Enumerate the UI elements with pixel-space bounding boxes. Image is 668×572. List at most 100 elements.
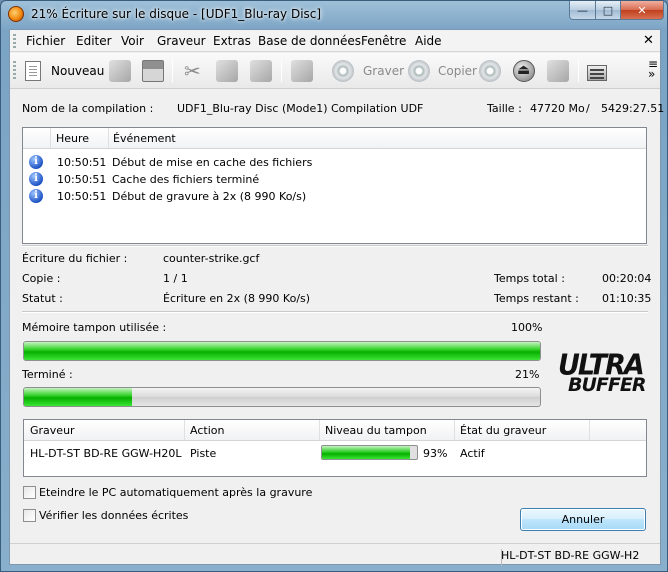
menu-fichier[interactable]: Fichier (26, 34, 65, 48)
progress-label: Terminé : (22, 368, 73, 381)
burn-disc-icon (332, 60, 354, 82)
column-niveau-tampon[interactable]: Niveau du tampon (325, 424, 427, 437)
status-bar-recorder: HL-DT-ST BD-RE GGW-H2 (501, 549, 640, 562)
remaining-time-label: Temps restant : (494, 292, 579, 305)
menu-fenetre[interactable]: Fenêtre (361, 34, 406, 48)
close-icon: ✕ (637, 3, 647, 17)
main-client-area: Fichier Editer Voir Graveur Extras Base … (9, 29, 664, 566)
recorder-icon (587, 64, 607, 81)
event-log-header: Heure Événement (23, 128, 646, 149)
buffer-progress-fill (24, 342, 540, 360)
verify-checkbox[interactable] (23, 509, 36, 522)
paste-icon (250, 60, 272, 82)
close-button[interactable]: ✕ (620, 1, 664, 20)
column-divider (319, 420, 320, 440)
menu-extras[interactable]: Extras (213, 34, 251, 48)
shutdown-label[interactable]: Eteindre le PC automatiquement après la … (39, 486, 312, 499)
copy-icon (216, 60, 238, 82)
cancel-button[interactable]: Annuler (520, 508, 646, 531)
log-row[interactable]: i 10:50:51 Début de mise en cache des fi… (23, 154, 646, 171)
total-time-label: Temps total : (494, 272, 565, 285)
log-time: 10:50:51 (57, 156, 107, 169)
recorder-buffer-fill (322, 446, 411, 459)
eject-button[interactable] (513, 58, 535, 84)
column-etat-graveur[interactable]: État du graveur (460, 424, 546, 437)
size-value: 47720 Mo (530, 102, 585, 115)
log-event: Début de mise en cache des fichiers (112, 156, 313, 169)
menu-bar: Fichier Editer Voir Graveur Extras Base … (10, 30, 660, 52)
compilation-type: Compilation UDF (331, 102, 424, 115)
compilation-name-label: Nom de la compilation : (22, 102, 154, 115)
verify-label[interactable]: Vérifier les données écrites (39, 509, 188, 522)
state-label: Statut : (22, 292, 63, 305)
copy-files-button[interactable] (216, 58, 238, 84)
drive-icon (547, 60, 569, 82)
new-document-icon (25, 61, 41, 81)
open-button[interactable] (109, 58, 131, 84)
recorder-state: Actif (460, 447, 485, 460)
maximize-button[interactable]: □ (595, 1, 621, 20)
paste-button[interactable] (250, 58, 272, 84)
column-graveur[interactable]: Graveur (30, 424, 75, 437)
column-divider (184, 420, 185, 440)
scissors-icon: ✂ (184, 59, 201, 83)
toolbar-separator (172, 60, 173, 82)
toolbar-overflow-icon[interactable]: ≡» (648, 58, 658, 80)
menu-aide[interactable]: Aide (415, 34, 442, 48)
column-divider (454, 420, 455, 440)
open-folder-icon (109, 60, 131, 82)
writing-file-label: Écriture du fichier : (22, 252, 128, 265)
copy-value: 1 / 1 (163, 272, 188, 285)
copy-disc-button-label: Copier (438, 64, 477, 78)
burn-button[interactable]: Graver (332, 58, 404, 84)
column-heure[interactable]: Heure (56, 132, 89, 145)
mdi-close-icon[interactable]: ✕ (643, 33, 654, 48)
properties-button[interactable] (291, 58, 313, 84)
copy-disc-button[interactable]: Copier (408, 58, 477, 84)
column-divider (108, 128, 109, 148)
remaining-time-value: 01:10:35 (602, 292, 652, 305)
new-button[interactable]: Nouveau (22, 58, 104, 84)
maximize-icon: □ (602, 3, 614, 17)
log-time: 10:50:51 (57, 173, 107, 186)
menu-base-de-donnees[interactable]: Base de données (258, 34, 361, 48)
toolbar-separator (281, 60, 282, 82)
nero-flame-icon (8, 6, 24, 22)
copy-disc-icon (408, 60, 430, 82)
menu-graveur[interactable]: Graveur (157, 34, 206, 48)
menu-voir[interactable]: Voir (121, 34, 144, 48)
app-window: 21% Écriture sur le disque - [UDF1_Blu-r… (0, 0, 668, 572)
menu-editer[interactable]: Editer (76, 34, 112, 48)
recorder-list-header: Graveur Action Niveau du tampon État du … (24, 420, 646, 441)
info-icon: i (29, 155, 43, 169)
cut-button[interactable]: ✂ (184, 58, 206, 84)
recorder-list[interactable]: Graveur Action Niveau du tampon État du … (23, 419, 647, 477)
disc-info-icon (479, 60, 501, 82)
title-bar[interactable]: 21% Écriture sur le disque - [UDF1_Blu-r… (1, 1, 667, 29)
column-action[interactable]: Action (190, 424, 224, 437)
toolbar: Nouveau ✂ Graver Copier ≡» (10, 53, 660, 89)
recorder-select-button[interactable] (587, 58, 607, 84)
column-evenement[interactable]: Événement (113, 132, 176, 145)
event-log[interactable]: Heure Événement i 10:50:51 Début de mise… (22, 127, 647, 244)
ultrabuffer-logo: ULTRA BUFFER (558, 349, 650, 396)
column-divider (589, 420, 590, 440)
progress-percent: 21% (515, 368, 540, 381)
save-button[interactable] (142, 58, 164, 84)
burn-button-label: Graver (363, 64, 405, 78)
toolbar-separator (578, 60, 579, 82)
log-row[interactable]: i 10:50:51 Cache des fichiers terminé (23, 171, 646, 188)
disc-info-button[interactable] (479, 58, 501, 84)
window-title: 21% Écriture sur le disque - [UDF1_Blu-r… (31, 7, 322, 21)
recorder-buffer-bar (321, 445, 418, 460)
writing-file-value: counter-strike.gcf (163, 252, 260, 265)
drive-button[interactable] (547, 58, 569, 84)
burn-progress-bar (23, 387, 541, 407)
save-disk-icon (142, 60, 164, 82)
divider (22, 245, 648, 247)
toolbar-grip[interactable] (13, 61, 16, 81)
shutdown-checkbox[interactable] (23, 486, 36, 499)
menubar-grip[interactable] (13, 34, 16, 48)
log-row[interactable]: i 10:50:51 Début de gravure à 2x (8 990 … (23, 188, 646, 205)
minimize-button[interactable]: — (569, 1, 596, 20)
